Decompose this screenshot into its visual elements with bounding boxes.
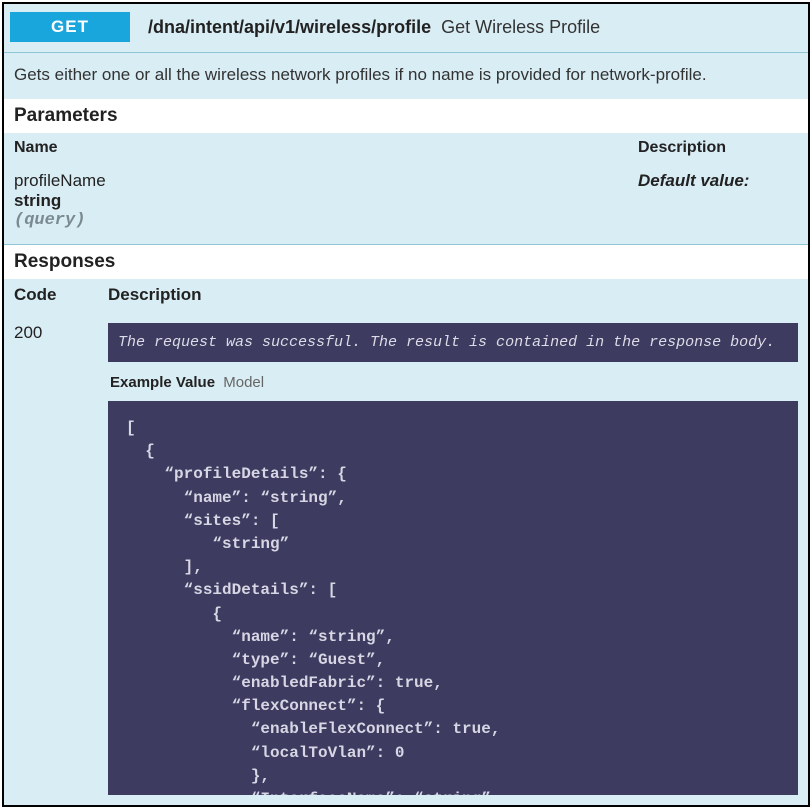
parameter-info: profileName string (query)	[14, 171, 638, 230]
tab-model[interactable]: Model	[223, 374, 264, 391]
response-content: The request was successful. The result i…	[108, 323, 798, 795]
operation-header[interactable]: GET /dna/intent/api/v1/wireless/profile …	[4, 4, 808, 53]
example-value-code[interactable]: [ { “profileDetails”: { “name”: “string”…	[108, 401, 798, 795]
operation-summary: Gets either one or all the wireless netw…	[4, 53, 808, 99]
path-wrap: /dna/intent/api/v1/wireless/profile Get …	[148, 17, 600, 38]
col-name-header: Name	[14, 139, 638, 157]
col-resp-desc-header: Description	[108, 285, 798, 305]
parameter-default-label: Default value:	[638, 171, 798, 230]
col-code-header: Code	[14, 285, 84, 305]
operation-title: Get Wireless Profile	[441, 17, 600, 38]
parameter-location: (query)	[14, 211, 638, 230]
response-body: 200 The request was successful. The resu…	[4, 311, 808, 805]
api-operation-panel: GET /dna/intent/api/v1/wireless/profile …	[2, 2, 810, 807]
parameters-heading: Parameters	[4, 99, 808, 133]
response-status-message: The request was successful. The result i…	[108, 323, 798, 362]
parameters-columns: Name Description	[4, 133, 808, 163]
responses-heading: Responses	[4, 245, 808, 279]
response-tabs: Example Value Model	[108, 372, 798, 391]
parameter-type: string	[14, 191, 638, 211]
endpoint-path: /dna/intent/api/v1/wireless/profile	[148, 17, 431, 38]
parameter-name: profileName	[14, 171, 638, 191]
http-method-badge: GET	[10, 12, 130, 42]
parameter-row: profileName string (query) Default value…	[4, 163, 808, 245]
tab-example-value[interactable]: Example Value	[110, 374, 215, 391]
response-code: 200	[14, 323, 84, 795]
responses-columns: Code Description	[4, 279, 808, 311]
col-desc-header: Description	[638, 139, 798, 157]
